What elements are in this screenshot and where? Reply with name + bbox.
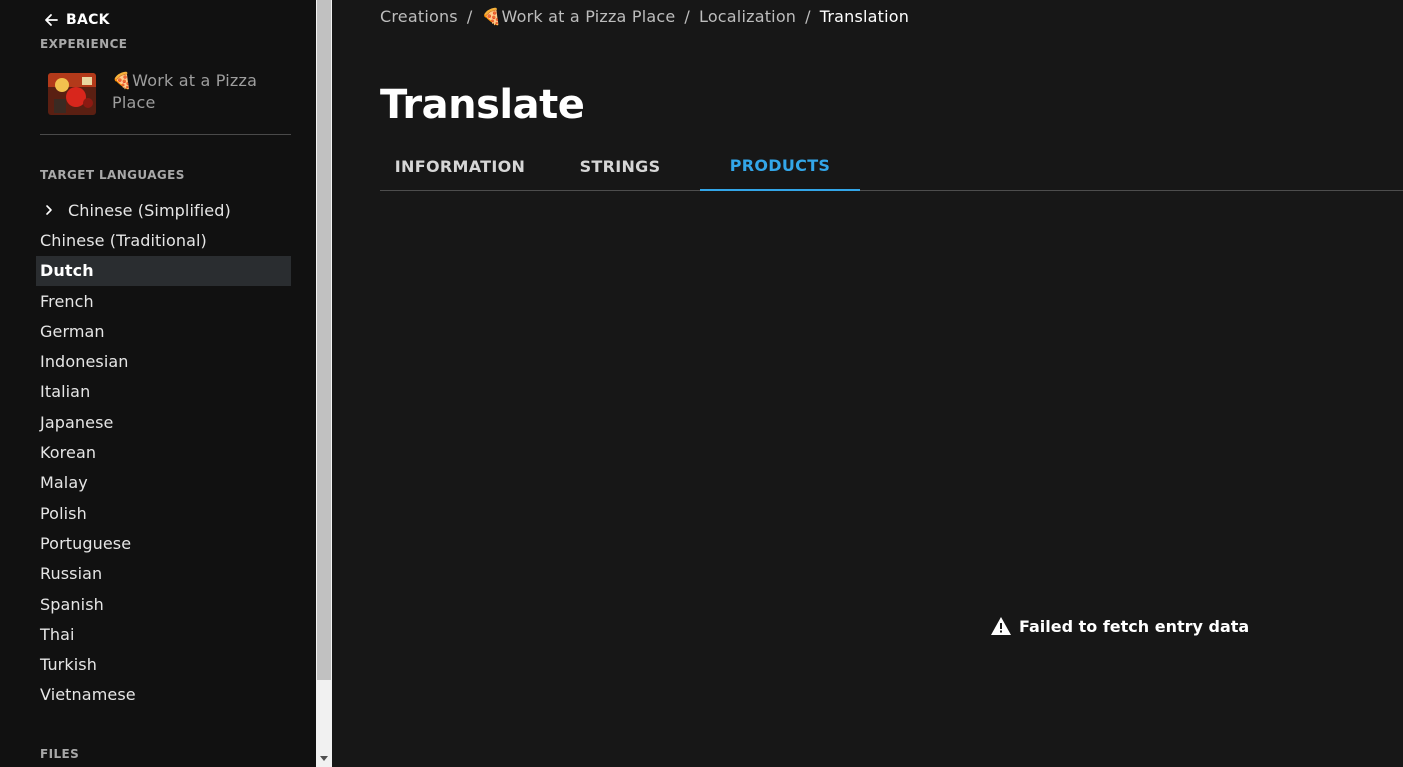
language-label: Japanese [40,412,114,432]
language-label: Indonesian [40,352,129,372]
language-label: Malay [40,473,88,493]
language-label: German [40,321,105,341]
language-item[interactable]: Chinese (Simplified) [36,195,291,225]
sidebar: BACK EXPERIENCE 🍕Work at a Pizza Place T… [0,0,316,767]
language-label: Russian [40,564,103,584]
language-label: Dutch [40,261,94,281]
tab-strings[interactable]: STRINGS [540,142,700,190]
tab-products[interactable]: PRODUCTS [700,142,860,191]
language-item[interactable]: Spanish [36,589,291,619]
main-content: Creations / 🍕Work at a Pizza Place / Loc… [332,0,1403,767]
back-label: BACK [66,12,110,28]
language-item[interactable]: Russian [36,559,291,589]
back-button[interactable]: BACK [44,12,110,28]
language-item[interactable]: Vietnamese [36,680,291,710]
chevron-right-icon [44,204,56,216]
language-label: Chinese (Simplified) [68,200,231,220]
language-item-active[interactable]: Dutch [36,255,291,286]
breadcrumb-separator: / [805,7,811,26]
experience-section-label: EXPERIENCE [40,37,128,51]
breadcrumb-localization[interactable]: Localization [699,7,796,26]
tab-bar: INFORMATION STRINGS PRODUCTS [380,142,1403,191]
tab-information[interactable]: INFORMATION [380,142,540,190]
language-label: Italian [40,382,91,402]
language-item[interactable]: Malay [36,468,291,498]
language-item[interactable]: French [36,286,291,316]
language-item[interactable]: Japanese [36,407,291,437]
warning-icon [991,617,1011,635]
breadcrumb-translation: Translation [819,7,910,26]
breadcrumb-experience[interactable]: 🍕Work at a Pizza Place [481,7,675,26]
error-text: Failed to fetch entry data [1019,616,1250,636]
language-item[interactable]: Korean [36,437,291,467]
language-item[interactable]: Thai [36,619,291,649]
language-label: Turkish [40,655,97,675]
experience-link[interactable]: 🍕Work at a Pizza Place [40,70,292,115]
language-item[interactable]: Chinese (Traditional) [36,225,291,255]
language-label: Polish [40,503,87,523]
scrollbar-thumb[interactable] [317,0,331,680]
language-list: Chinese (Simplified) Chinese (Traditiona… [36,195,291,710]
error-message: Failed to fetch entry data [990,616,1249,636]
language-item[interactable]: Polish [36,498,291,528]
breadcrumb-separator: / [466,7,473,26]
breadcrumb-creations[interactable]: Creations [380,7,458,26]
language-item[interactable]: Turkish [36,649,291,679]
language-label: Korean [40,443,97,463]
language-label: Thai [40,624,75,644]
language-item[interactable]: Portuguese [36,528,291,558]
target-languages-label: TARGET LANGUAGES [40,168,185,182]
files-section-label: FILES [40,747,80,761]
language-label: Chinese (Traditional) [40,230,207,250]
sidebar-scrollbar[interactable] [316,0,332,767]
breadcrumb: Creations / 🍕Work at a Pizza Place / Loc… [380,7,909,26]
breadcrumb-separator: / [684,7,690,26]
arrow-left-icon [45,14,58,26]
language-label: Vietnamese [40,685,136,705]
language-label: Portuguese [40,533,132,553]
app-window: BACK EXPERIENCE 🍕Work at a Pizza Place T… [0,0,1403,767]
language-label: French [40,291,94,311]
scroll-down-arrow-icon[interactable] [316,751,332,767]
page-title: Translate [380,82,585,128]
language-item[interactable]: German [36,316,291,346]
experience-name: 🍕Work at a Pizza Place [112,71,258,112]
language-item[interactable]: Indonesian [36,346,291,376]
language-label: Spanish [40,594,104,614]
experience-thumbnail [48,73,96,115]
language-item[interactable]: Italian [36,377,291,407]
sidebar-divider [40,134,291,135]
